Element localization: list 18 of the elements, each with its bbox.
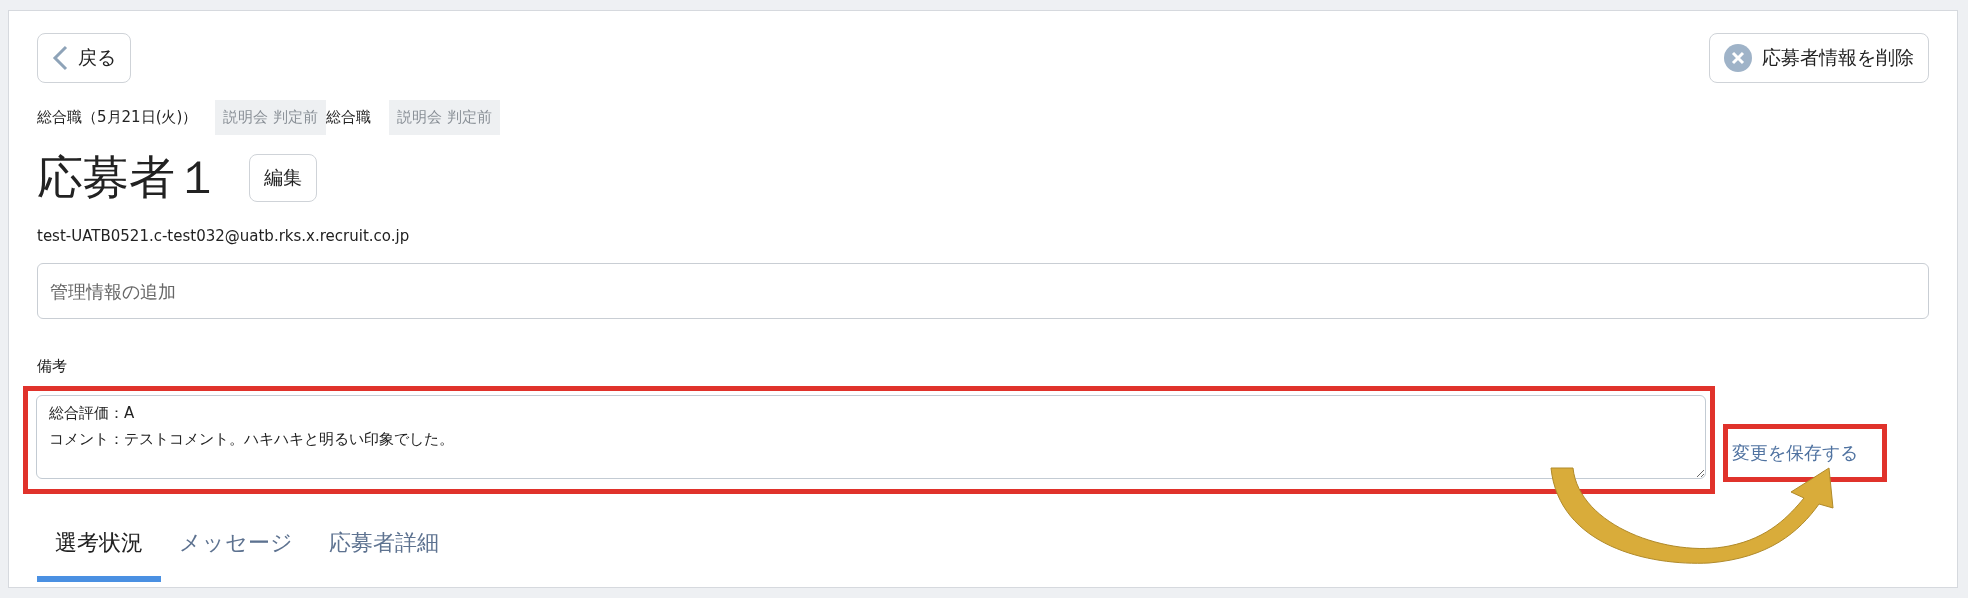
save-link[interactable]: 変更を保存する xyxy=(1732,442,1858,463)
job-label: 総合職 xyxy=(326,107,372,127)
tab[interactable]: メッセージ xyxy=(161,512,311,582)
tab[interactable]: 応募者詳細 xyxy=(311,512,457,582)
job-label: 総合職（5月21日(火)） xyxy=(37,107,198,127)
applicant-name: 応募者１ xyxy=(37,149,221,206)
notes-label: 備考 xyxy=(37,357,68,376)
notes-field[interactable]: 総合評価：A コメント：テストコメント。ハキハキと明るい印象でした。 xyxy=(36,395,1706,479)
delete-button[interactable]: 応募者情報を削除 xyxy=(1709,33,1929,83)
edit-button[interactable]: 編集 xyxy=(249,154,317,202)
input-field[interactable]: 管理情報の追加 xyxy=(37,263,1929,319)
status-tag: 説明会 判定前 xyxy=(215,99,327,135)
tab[interactable]: 選考状況 xyxy=(37,512,161,582)
status-tag: 説明会 判定前 xyxy=(389,99,500,135)
chevron-left-icon xyxy=(52,45,68,71)
back-button[interactable]: 戻る xyxy=(37,33,131,83)
close-icon xyxy=(1724,44,1752,72)
email-text: test-UATB0521.c-test032@uatb.rks.x.recruit.co.jp xyxy=(37,227,411,245)
